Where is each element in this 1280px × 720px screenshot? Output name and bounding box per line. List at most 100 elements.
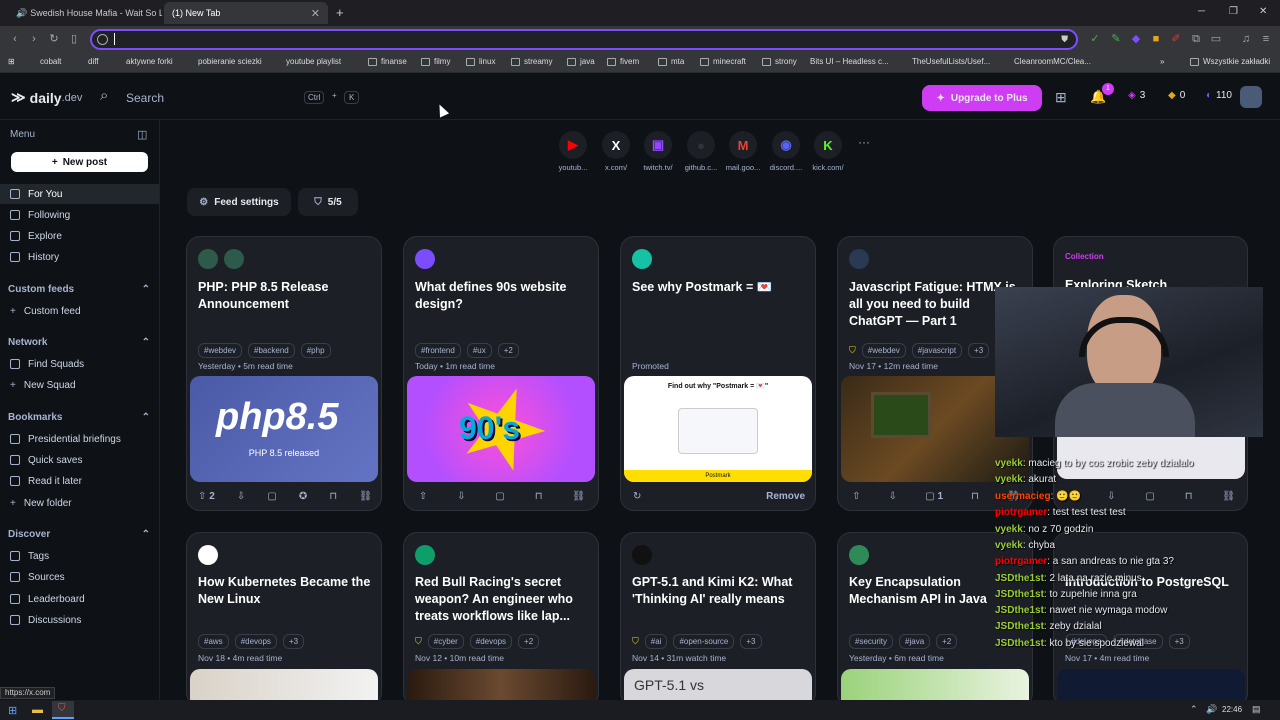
address-bar[interactable]: ⛊ <box>90 29 1078 50</box>
notification-center-icon[interactable]: ▤ <box>1252 704 1261 715</box>
clock[interactable]: 22:46 <box>1222 705 1242 714</box>
logo[interactable]: ≫ daily .dev <box>11 89 82 106</box>
new-post-button[interactable]: + New post <box>11 152 148 172</box>
volume-icon[interactable]: 🔊 <box>1206 704 1217 715</box>
post-card-kubernetes[interactable]: How Kubernetes Became the New Linux #aws… <box>186 532 382 707</box>
source-avatar[interactable] <box>632 249 652 269</box>
sidebar-item-leaderboard[interactable]: Leaderboard <box>0 589 159 609</box>
minimize-button[interactable]: ─ <box>1198 6 1205 17</box>
bookmark-icon[interactable]: ⊓ <box>535 491 543 502</box>
bookmark-folder[interactable]: finanse <box>368 57 407 66</box>
tag[interactable]: +2 <box>518 634 540 649</box>
apps-grid-icon[interactable]: ⊞ <box>8 57 15 66</box>
tray-chevron-icon[interactable]: ⌃ <box>1190 704 1198 715</box>
sidebar-item-tags[interactable]: Tags <box>0 546 159 566</box>
remove-button[interactable]: Remove <box>766 491 805 502</box>
tab-active[interactable]: (1) New Tab ✕ <box>164 2 328 24</box>
source-avatar[interactable] <box>849 249 869 269</box>
cores[interactable]: ◆ 0 <box>1168 90 1185 101</box>
bookmark-folder[interactable]: linux <box>466 57 495 66</box>
close-window-button[interactable]: ✕ <box>1259 6 1267 17</box>
post-title[interactable]: PHP: PHP 8.5 Release Announcement <box>198 279 374 313</box>
post-thumbnail[interactable]: php8.5 PHP 8.5 released <box>190 376 378 482</box>
search-bar[interactable]: ⌕ Search Ctrl + K <box>92 83 367 111</box>
collapse-sidebar-icon[interactable]: ◫ <box>137 128 147 141</box>
bookmark-page-icon[interactable]: ▯ <box>68 33 80 45</box>
extensions-puzzle-icon[interactable]: ⧉ <box>1190 33 1202 45</box>
customize-grid-icon[interactable]: ⊞ <box>1055 89 1067 106</box>
sidebar-item-presidential-briefings[interactable]: Presidential briefings <box>0 429 159 449</box>
sidebar-item-new-folder[interactable]: + New folder <box>0 493 159 513</box>
tag[interactable]: +2 <box>497 343 519 358</box>
forward-icon[interactable]: › <box>28 33 40 45</box>
downvote-icon[interactable]: ⇩ <box>457 491 465 502</box>
bookmark-item[interactable]: CleanroomMC/Clea... <box>1014 57 1091 66</box>
all-bookmarks-folder[interactable]: Wszystkie zakładki <box>1190 57 1270 66</box>
tag[interactable]: #devops <box>234 634 277 649</box>
link-icon[interactable]: ⛓ <box>572 491 585 502</box>
sidebar-item-quick-saves[interactable]: Quick saves <box>0 450 159 470</box>
tag[interactable]: #devops <box>469 634 513 649</box>
bookmark-item[interactable]: cobalt <box>40 57 61 66</box>
link-icon[interactable]: ⛓ <box>359 491 372 502</box>
sidebar-item-history[interactable]: History <box>0 247 159 267</box>
bookmark-icon[interactable]: ⊓ <box>1185 491 1193 502</box>
comment-icon[interactable]: ▢ <box>495 491 504 502</box>
tag[interactable]: #php <box>300 343 331 358</box>
source-avatar[interactable] <box>849 545 869 565</box>
bookmark-folder[interactable]: minecraft <box>700 57 746 66</box>
sidebar-item-find-squads[interactable]: Find Squads <box>0 354 159 374</box>
upvote-icon[interactable]: ⇧ <box>419 491 427 502</box>
bookmark-folder[interactable]: mta <box>658 57 684 66</box>
tag[interactable]: #ux <box>466 343 492 358</box>
source-avatar[interactable] <box>198 545 218 565</box>
post-thumbnail[interactable]: 90's <box>407 376 595 482</box>
post-card-php[interactable]: PHP: PHP 8.5 Release Announcement #webde… <box>186 236 382 511</box>
discover-header[interactable]: Discover ⌃ <box>8 529 150 540</box>
points[interactable]: ◐ 110 <box>1206 90 1232 101</box>
shortcut-discord[interactable]: ◉ discord.... <box>766 131 806 172</box>
sidebar-item-explore[interactable]: Explore <box>0 226 159 246</box>
browser-taskbar-button[interactable]: ⛉ <box>52 701 74 719</box>
source-avatar[interactable] <box>198 249 218 269</box>
back-icon[interactable]: ‹ <box>9 33 21 45</box>
restore-button[interactable]: ❐ <box>1229 6 1238 17</box>
comment-button[interactable]: ▢ 1 <box>925 491 943 502</box>
tag[interactable]: +3 <box>968 343 990 358</box>
bookmark-item[interactable]: Bits UI – Headless c... <box>810 57 889 66</box>
bookmark-folder[interactable]: strony <box>762 57 797 66</box>
address-input[interactable] <box>114 33 115 45</box>
new-tab-button[interactable]: + <box>336 5 344 20</box>
bookmark-item[interactable]: pobieranie sciezki <box>198 57 262 66</box>
post-card-redbull[interactable]: Red Bull Racing's secret weapon? An engi… <box>403 532 599 707</box>
custom-feeds-header[interactable]: Custom feeds ⌃ <box>8 284 150 295</box>
post-title[interactable]: See why Postmark = 💌 <box>632 279 808 296</box>
extension-box-icon[interactable]: ■ <box>1150 33 1162 45</box>
tag[interactable]: #aws <box>198 634 229 649</box>
sidebar-item-following[interactable]: Following <box>0 205 159 225</box>
bookmark-item[interactable]: aktywne forki <box>126 57 173 66</box>
shortcut-twitch[interactable]: ▣ twitch.tv/ <box>638 131 678 172</box>
tag[interactable]: +2 <box>936 634 958 649</box>
sidebar-item-custom-feed[interactable]: + Custom feed <box>0 301 159 321</box>
source-avatar[interactable] <box>415 545 435 565</box>
bookmarks-overflow-icon[interactable]: » <box>1160 57 1164 66</box>
tag[interactable]: +3 <box>282 634 305 649</box>
post-title[interactable]: What defines 90s website design? <box>415 279 591 313</box>
tag[interactable]: #webdev <box>861 343 906 358</box>
browser-menu-icon[interactable]: ≡ <box>1260 33 1272 45</box>
sidebar-item-read-it-later[interactable]: Read it later <box>0 471 159 491</box>
tag[interactable]: +3 <box>1168 634 1190 649</box>
sidebar-item-discussions[interactable]: Discussions <box>0 610 159 630</box>
award-icon[interactable]: ✪ <box>299 491 307 502</box>
upvote-icon[interactable]: ⇧ <box>852 491 860 502</box>
bookmark-folder[interactable]: fivem <box>607 57 639 66</box>
reputation[interactable]: ◈ 3 <box>1128 90 1145 101</box>
shortcut-x[interactable]: Xx.com/ <box>596 131 636 172</box>
windows-start-icon[interactable]: ⊞ <box>8 704 17 717</box>
bookmark-icon[interactable]: ⊓ <box>971 491 979 502</box>
author-avatar[interactable] <box>224 249 244 269</box>
tag[interactable]: #cyber <box>427 634 464 649</box>
comment-icon[interactable]: ▢ <box>1145 491 1154 502</box>
post-title[interactable]: How Kubernetes Became the New Linux <box>198 574 374 608</box>
